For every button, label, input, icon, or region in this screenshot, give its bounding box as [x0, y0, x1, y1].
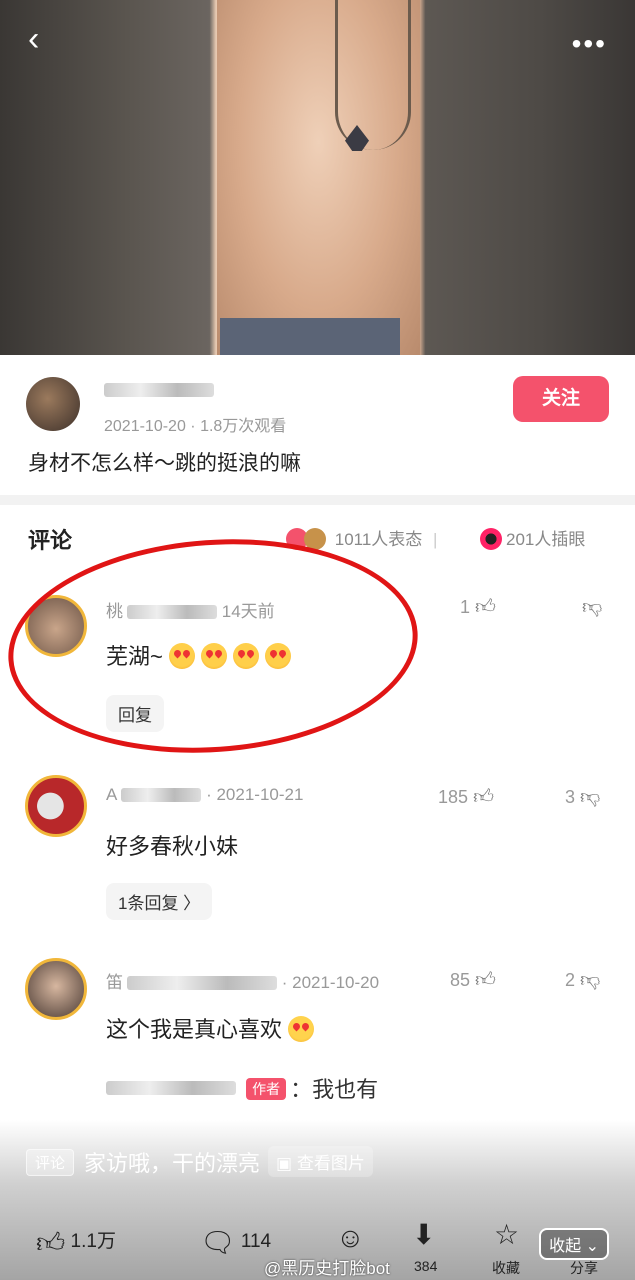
comment-dislike-button[interactable]: 👎︎	[582, 595, 602, 619]
download-icon: ⬇︎	[412, 1219, 436, 1250]
commenter-avatar[interactable]	[25, 958, 87, 1020]
author-name-redacted[interactable]	[104, 383, 224, 402]
comment-text: 好多春秋小妹	[106, 834, 239, 859]
back-arrow-icon[interactable]: ‹	[28, 22, 39, 56]
thumbs-down-icon: 👎︎	[580, 786, 601, 808]
sub-reply[interactable]: 作者 ：我也有	[106, 1072, 606, 1122]
like-total: 1.1万	[70, 1231, 116, 1252]
comment-time: · 2021-10-20	[281, 973, 380, 992]
dislike-count: 2	[565, 970, 576, 990]
commenter-name[interactable]: A · 2021-10-21	[106, 785, 303, 805]
thumbs-down-icon: 👎︎	[580, 969, 601, 991]
emoji-add-button[interactable]: ☺︎	[336, 1222, 365, 1254]
author-section: 2021-10-20 · 1.8万次观看 关注 身材不怎么样～跳的挺浪的嘛	[0, 355, 635, 495]
like-count: 85	[450, 970, 471, 990]
like-count: 1	[460, 597, 471, 617]
cool-emoji-icon	[288, 1016, 315, 1042]
comment-button[interactable]: 🗨︎ 114	[200, 1226, 271, 1259]
favorite-label: 收藏	[492, 1260, 520, 1276]
star-icon: ☆	[494, 1219, 520, 1250]
follow-button[interactable]: 关注	[513, 376, 609, 422]
thumbs-up-icon: 👍︎	[475, 596, 496, 618]
post-description: 身材不怎么样～跳的挺浪的嘛	[28, 452, 301, 475]
floating-comment[interactable]: 评论 家访哦，干的漂亮 ▣ 查看图片	[26, 1146, 373, 1178]
comment-bubble-icon: 🗨︎	[200, 1227, 236, 1258]
image-icon: ▣	[276, 1154, 297, 1173]
comment-like-button[interactable]: 185 👍︎	[438, 785, 494, 809]
like-button[interactable]: 👍︎ 1.1万	[36, 1226, 116, 1260]
reactions-count: 1011人表态	[334, 530, 423, 549]
comment-item: 笛 · 2021-10-20 85 👍︎ 2 👎︎ 这个我是真心喜欢	[0, 958, 635, 1078]
comment-dislike-button[interactable]: 3 👎︎	[565, 785, 600, 809]
view-replies-button[interactable]: 1条回复 〉	[106, 883, 213, 920]
view-count: 1.8万次观看	[200, 418, 287, 435]
commenter-name[interactable]: 笛 · 2021-10-20	[106, 968, 379, 993]
comment-total: 114	[240, 1231, 272, 1252]
like-count: 185	[438, 787, 469, 807]
comment-like-button[interactable]: 1 👍︎	[460, 595, 496, 619]
watermark: @黑历史打脸bot	[264, 1259, 390, 1278]
sub-reply-name-redacted	[106, 1081, 236, 1095]
sub-reply-text: ：我也有	[290, 1077, 379, 1102]
download-count: 384	[414, 1258, 438, 1274]
shorts-shape	[220, 318, 400, 355]
video-player[interactable]	[0, 0, 635, 355]
comment-item: A · 2021-10-21 185 👍︎ 3 👎︎ 好多春秋小妹 1条回复 〉	[0, 775, 635, 925]
thumbs-down-icon: 👎︎	[582, 596, 603, 618]
eyes-icon	[480, 528, 502, 550]
chevron-down-icon: ⌄	[585, 1238, 599, 1255]
share-label[interactable]: 分享	[570, 1258, 598, 1278]
reactions-separator: |	[433, 530, 438, 549]
insert-eye-summary[interactable]: 201人插眼	[480, 525, 585, 550]
emoji-add-icon: ☺︎	[336, 1222, 365, 1253]
post-meta: 2021-10-20 · 1.8万次观看	[104, 418, 287, 435]
download-button[interactable]: ⬇︎	[412, 1218, 435, 1251]
dislike-count: 3	[565, 787, 576, 807]
comment-time: · 2021-10-21	[206, 785, 304, 804]
floating-comment-text: 家访哦，干的漂亮	[84, 1151, 261, 1176]
thumbs-up-icon: 👍︎	[475, 969, 496, 991]
favorite-button[interactable]: ☆	[494, 1218, 519, 1251]
thumbs-up-icon: 👍︎	[36, 1227, 66, 1258]
collapse-button[interactable]: 收起 ⌄	[539, 1228, 609, 1260]
author-avatar[interactable]	[26, 377, 80, 431]
commenter-avatar[interactable]	[25, 775, 87, 837]
floating-comment-tag: 评论	[26, 1149, 75, 1176]
comment-dislike-button[interactable]: 2 👎︎	[565, 968, 600, 992]
post-date: 2021-10-20	[104, 418, 186, 435]
insert-eye-count: 201人插眼	[506, 530, 586, 549]
comment-like-button[interactable]: 85 👍︎	[450, 968, 496, 992]
thumbs-up-icon: 👍︎	[473, 786, 494, 808]
view-images-button[interactable]: ▣ 查看图片	[268, 1146, 373, 1177]
necklace-shape	[335, 0, 411, 150]
more-options-icon[interactable]: •••	[572, 30, 607, 58]
comment-text: 这个我是真心喜欢	[106, 1012, 315, 1044]
section-divider	[0, 495, 635, 505]
comments-title: 评论	[28, 528, 73, 553]
author-tag: 作者	[246, 1078, 287, 1100]
